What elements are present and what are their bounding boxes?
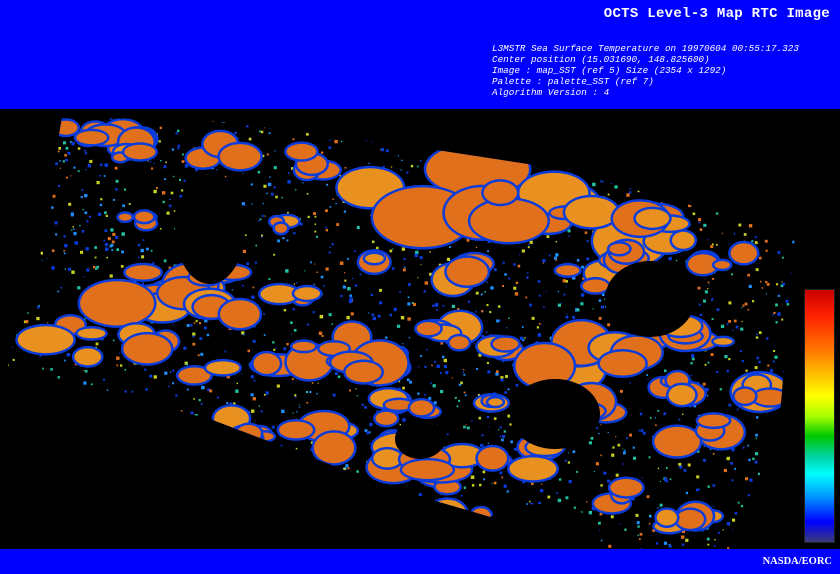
metadata-product-line: L3MSTR Sea Surface Temperature on 199706…	[492, 43, 799, 54]
metadata-image-line: Image : map_SST (ref 5) Size (2354 x 129…	[492, 65, 727, 77]
image-metadata: L3MSTR Sea Surface Temperature on 199706…	[492, 43, 799, 98]
credit-label: NASDA/EORC	[762, 556, 832, 567]
sst-map-image	[0, 109, 840, 564]
metadata-center-line: Center position (15.031690, 148.825600)	[492, 54, 710, 66]
sst-map-canvas	[8, 117, 795, 564]
header-banner: OCTS Level-3 Map RTC Image L3MSTR Sea Su…	[0, 0, 840, 109]
footer-banner: NASDA/EORC	[0, 549, 840, 574]
metadata-algorithm-line: Algorithm Version : 4	[492, 87, 610, 99]
image-title: OCTS Level-3 Map RTC Image	[603, 6, 830, 22]
metadata-palette-line: Palette : palette_SST (ref 7)	[492, 76, 654, 88]
color-palette-legend	[804, 289, 835, 543]
